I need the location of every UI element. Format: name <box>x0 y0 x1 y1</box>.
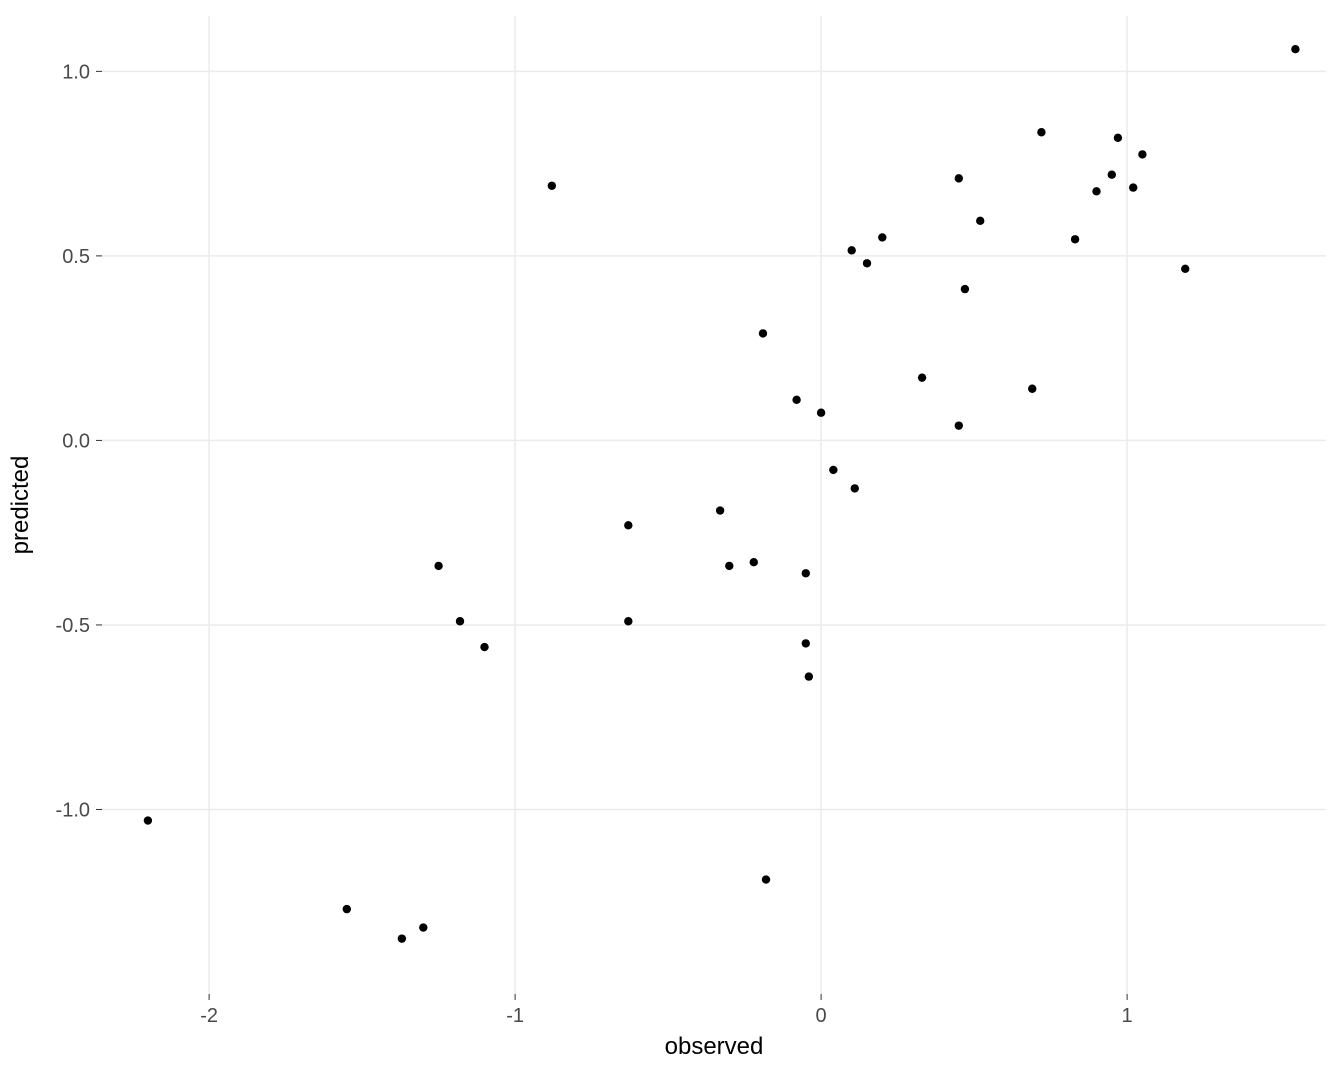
data-point <box>955 421 963 429</box>
data-point <box>1108 170 1116 178</box>
data-point <box>725 562 733 570</box>
data-point <box>759 329 767 337</box>
y-tick-label: 0.5 <box>62 246 90 268</box>
data-point <box>955 174 963 182</box>
data-point <box>624 521 632 529</box>
data-point <box>624 617 632 625</box>
y-tick-label: -0.5 <box>56 615 90 637</box>
data-point <box>1129 183 1137 191</box>
data-point <box>792 396 800 404</box>
data-point <box>805 672 813 680</box>
data-point <box>1037 128 1045 136</box>
data-point <box>1138 150 1146 158</box>
data-point <box>863 259 871 267</box>
data-point <box>1114 134 1122 142</box>
x-tick-label: -2 <box>200 1005 218 1027</box>
data-point <box>144 816 152 824</box>
data-point <box>848 246 856 254</box>
y-tick-label: 1.0 <box>62 61 90 83</box>
data-point <box>480 643 488 651</box>
plot-panel <box>102 16 1326 994</box>
data-point <box>1181 265 1189 273</box>
data-point <box>548 182 556 190</box>
data-point <box>343 905 351 913</box>
data-point <box>1291 45 1299 53</box>
y-axis-title: predicted <box>7 456 34 555</box>
data-point <box>1028 385 1036 393</box>
data-point <box>456 617 464 625</box>
x-tick-label: 1 <box>1122 1005 1133 1027</box>
data-point <box>1092 187 1100 195</box>
data-point <box>802 569 810 577</box>
data-point <box>961 285 969 293</box>
scatter-chart: -2 -1 0 1 -1.0 -0.5 0.0 0.5 1.0 observed predict… <box>0 0 1344 1075</box>
data-point <box>750 558 758 566</box>
y-tick-label: -1.0 <box>56 799 90 821</box>
x-tick-label: 0 <box>816 1005 827 1027</box>
data-point <box>802 639 810 647</box>
data-point <box>918 373 926 381</box>
x-tick-label: -1 <box>506 1005 524 1027</box>
data-point <box>878 233 886 241</box>
data-point <box>976 217 984 225</box>
data-point <box>851 484 859 492</box>
chart-svg: -2 -1 0 1 -1.0 -0.5 0.0 0.5 1.0 observed predict… <box>0 0 1344 1075</box>
data-point <box>434 562 442 570</box>
data-point <box>762 875 770 883</box>
x-axis-title: observed <box>665 1033 764 1060</box>
data-point <box>716 506 724 514</box>
data-point <box>829 466 837 474</box>
data-point <box>398 934 406 942</box>
data-point <box>419 923 427 931</box>
data-point <box>1071 235 1079 243</box>
data-point <box>817 409 825 417</box>
y-tick-label: 0.0 <box>62 430 90 452</box>
